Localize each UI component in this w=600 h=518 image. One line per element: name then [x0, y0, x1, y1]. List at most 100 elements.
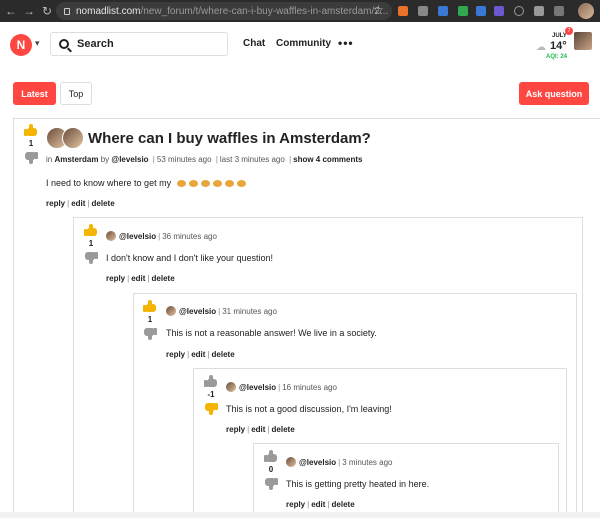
show-comments-link[interactable]: show 4 comments [293, 155, 362, 164]
comment-text: This is getting pretty heated in here. [286, 479, 430, 489]
info-icon[interactable] [514, 6, 524, 16]
edit-link[interactable]: edit [131, 274, 145, 283]
user-avatar[interactable] [574, 32, 592, 50]
delete-link[interactable]: delete [92, 199, 115, 208]
tab-top[interactable]: Top [60, 82, 92, 105]
weather-widget[interactable]: JULY 7 ☁ 14° AQI: 24 [534, 26, 573, 64]
url-text: nomadlist.com/new_forum/t/where-can-i-bu… [76, 6, 388, 17]
ask-question-button[interactable]: Ask question [519, 82, 589, 105]
forward-icon[interactable]: → [22, 4, 36, 18]
extension-icon[interactable] [438, 6, 448, 16]
delete-link[interactable]: delete [272, 425, 295, 434]
reload-icon[interactable]: ↻ [40, 4, 54, 18]
edit-link[interactable]: edit [191, 350, 205, 359]
thumbs-down-icon[interactable] [204, 403, 218, 415]
extension-icon[interactable] [476, 6, 486, 16]
thumbs-down-icon[interactable] [24, 152, 38, 164]
reply-link[interactable]: reply [226, 425, 245, 434]
nav-chat[interactable]: Chat [243, 38, 265, 49]
edit-link[interactable]: edit [71, 199, 85, 208]
comment-actions: reply | edit | delete [106, 274, 175, 283]
author-link[interactable]: @levelsio [111, 155, 148, 164]
search-icon [59, 39, 69, 49]
comment-vote-column: -1 [203, 375, 219, 415]
waffle-icon [224, 180, 234, 188]
post-header: Where can I buy waffles in Amsterdam? [46, 127, 371, 149]
comment: 1 @levelsio | 31 minutes ago This is not … [133, 293, 577, 518]
avatar[interactable] [226, 382, 236, 392]
back-icon[interactable]: ← [4, 4, 18, 18]
author-link[interactable]: @levelsio [299, 458, 336, 467]
extension-icon[interactable] [554, 6, 564, 16]
thumbs-down-icon[interactable] [84, 252, 98, 264]
comment-time: 31 minutes ago [222, 306, 277, 316]
avatar[interactable] [286, 457, 296, 467]
comment-score: 1 [147, 315, 153, 324]
author-link[interactable]: @levelsio [239, 383, 276, 392]
last-activity: last 3 minutes ago [219, 155, 285, 164]
more-menu-icon[interactable]: ••• [338, 36, 354, 50]
thumbs-up-icon[interactable] [24, 124, 38, 136]
post-body: I need to know where to get my [46, 178, 249, 188]
url-path: /new_forum/t/where-can-i-buy-waffles-in-… [140, 5, 389, 17]
reply-link[interactable]: reply [106, 274, 125, 283]
search-box[interactable] [50, 32, 228, 56]
reply-link[interactable]: reply [46, 199, 65, 208]
meta-prefix: in [46, 155, 53, 164]
author-link[interactable]: @levelsio [179, 307, 216, 316]
extension-icon[interactable] [418, 6, 428, 16]
tab-latest[interactable]: Latest [13, 82, 56, 105]
post-vote-column: 1 [23, 124, 39, 164]
edit-link[interactable]: edit [251, 425, 265, 434]
thumbs-up-icon[interactable] [204, 375, 218, 387]
comment-vote-column: 1 [83, 224, 99, 264]
avatar[interactable] [166, 306, 176, 316]
avatar[interactable] [106, 231, 116, 241]
nav-community[interactable]: Community [276, 38, 331, 49]
thumbs-up-icon[interactable] [84, 224, 98, 236]
chevron-down-icon[interactable]: ▾ [35, 38, 40, 49]
comment-header: @levelsio | 31 minutes ago [166, 306, 277, 316]
address-bar[interactable]: nomadlist.com/new_forum/t/where-can-i-bu… [56, 2, 392, 20]
notification-badge: 7 [565, 27, 573, 35]
browser-toolbar: ← → ↻ nomadlist.com/new_forum/t/where-ca… [0, 0, 600, 22]
comment-text: This is not a good discussion, I'm leavi… [226, 404, 392, 414]
comment-actions: reply | edit | delete [226, 425, 295, 434]
extension-icon[interactable] [458, 6, 468, 16]
comment-header: @levelsio | 3 minutes ago [286, 457, 393, 467]
reply-link[interactable]: reply [166, 350, 185, 359]
extension-icon[interactable] [398, 6, 408, 16]
thumbs-down-icon[interactable] [143, 328, 157, 340]
comment: 1 @levelsio | 36 minutes ago I don't know… [73, 217, 583, 518]
meta-by: by [100, 155, 110, 164]
url-domain: nomadlist.com [76, 5, 141, 17]
bookmark-star-icon[interactable]: ☆ [373, 3, 384, 17]
nomadlist-logo[interactable]: N [10, 34, 32, 56]
thumbs-down-icon[interactable] [264, 478, 278, 490]
thumbs-up-icon[interactable] [264, 450, 278, 462]
comment-vote-column: 1 [142, 300, 158, 340]
avatar[interactable] [62, 127, 84, 149]
delete-link[interactable]: delete [332, 500, 355, 509]
thumbs-up-icon[interactable] [143, 300, 157, 312]
thread-container: 1 Where can I buy waffles in Amsterdam? … [13, 118, 600, 518]
extension-icon[interactable] [534, 6, 544, 16]
edit-link[interactable]: edit [311, 500, 325, 509]
weather-temperature: 14° [550, 40, 567, 52]
delete-link[interactable]: delete [152, 274, 175, 283]
air-quality-index: AQI: 24 [546, 54, 568, 60]
post-score: 1 [28, 139, 34, 148]
comment-header: @levelsio | 36 minutes ago [106, 231, 217, 241]
post-time: 53 minutes ago [156, 155, 212, 164]
author-link[interactable]: @levelsio [119, 232, 156, 241]
comment: -1 @levelsio | 16 minutes ago This is not… [193, 368, 567, 518]
reply-link[interactable]: reply [286, 500, 305, 509]
search-input[interactable] [77, 38, 217, 50]
waffle-icon [212, 180, 222, 188]
delete-link[interactable]: delete [212, 350, 235, 359]
browser-profile-avatar[interactable] [578, 3, 594, 19]
post-actions: reply | edit | delete [46, 199, 115, 208]
comment-actions: reply | edit | delete [166, 350, 235, 359]
extension-icon[interactable] [494, 6, 504, 16]
location-link[interactable]: Amsterdam [54, 155, 98, 164]
